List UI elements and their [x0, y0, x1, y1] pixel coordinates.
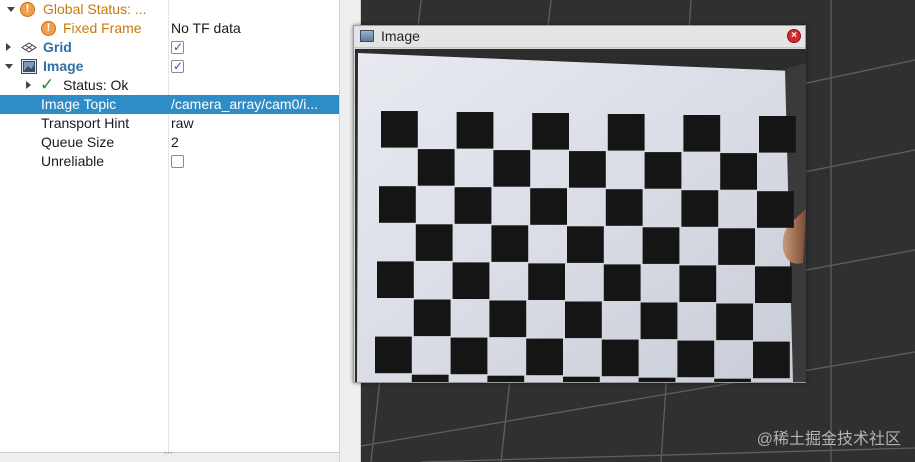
unreliable-checkbox[interactable] [171, 155, 184, 168]
checker-square [450, 337, 488, 375]
expand-right-icon[interactable] [6, 43, 11, 51]
checker-square [679, 265, 717, 302]
queue-size-label: Queue Size [41, 134, 115, 150]
checker-square [601, 339, 639, 377]
checker-square [640, 302, 678, 340]
checker-square [411, 374, 449, 382]
warning-icon: ! [20, 2, 35, 17]
ok-check-icon: ✓ [40, 75, 55, 94]
checker-square [753, 341, 790, 379]
checker-square [677, 340, 715, 378]
tree-row-transport-hint[interactable]: Transport Hint raw [0, 114, 339, 133]
checker-square [379, 186, 416, 223]
checker-square [563, 376, 600, 382]
checker-square [681, 190, 719, 227]
checker-square [491, 225, 529, 262]
checker-square [638, 377, 676, 382]
transport-hint-value[interactable]: raw [171, 114, 337, 133]
tree-row-image-topic[interactable]: Image Topic /camera_array/cam0/i... [0, 95, 339, 114]
close-icon[interactable]: × [787, 29, 801, 43]
tree-row-image[interactable]: Image ✓ [0, 57, 339, 76]
check-icon: ✓ [173, 59, 184, 73]
checker-square [603, 264, 641, 301]
fixed-frame-value: No TF data [171, 20, 241, 36]
checker-square [644, 152, 682, 189]
checker-square [415, 224, 453, 261]
global-status-label: Global Status: ... [43, 1, 147, 17]
image-window-icon [360, 30, 374, 42]
checker-square [528, 263, 565, 300]
checker-square [755, 266, 792, 303]
tree-row-fixed-frame[interactable]: ! Fixed Frame No TF data [0, 19, 339, 38]
unreliable-label: Unreliable [41, 153, 105, 169]
checker-square [452, 262, 490, 299]
checker-square [526, 338, 563, 376]
checker-square [565, 301, 602, 339]
warning-icon: ! [41, 21, 56, 36]
checker-square [569, 151, 606, 188]
checker-square [381, 111, 418, 148]
check-icon: ✓ [173, 40, 184, 54]
checker-square [413, 299, 451, 337]
watermark: @稀土掘金技术社区 [756, 431, 901, 448]
expand-right-icon[interactable] [26, 81, 31, 89]
resize-grip-icon[interactable]: ••• [164, 451, 173, 457]
checker-square [720, 153, 757, 190]
expand-down-icon[interactable] [7, 7, 15, 12]
image-display-icon [21, 59, 37, 74]
tree-row-grid[interactable]: Grid ✓ [0, 38, 339, 57]
tree-row-queue-size[interactable]: Queue Size 2 [0, 133, 339, 152]
checker-square [375, 336, 412, 374]
checker-square [487, 375, 525, 382]
checkerboard-image [355, 49, 806, 382]
checker-square [718, 228, 755, 265]
checker-square [605, 189, 643, 226]
checker-square [377, 261, 414, 298]
image-window-titlebar[interactable]: Image × [354, 26, 805, 48]
checker-square [607, 114, 645, 151]
image-label: Image [43, 58, 84, 74]
grid-icon [21, 42, 37, 53]
status-label: Status: Ok [63, 77, 129, 93]
tree-row-status[interactable]: ✓ Status: Ok [0, 75, 339, 95]
checker-square [417, 149, 455, 186]
checker-square [683, 115, 721, 152]
image-enabled-checkbox[interactable]: ✓ [171, 59, 184, 73]
checker-square [757, 191, 794, 228]
transport-hint-label: Transport Hint [41, 115, 130, 131]
checker-square [454, 187, 492, 224]
image-window[interactable]: Image × [353, 25, 806, 383]
checker-square [567, 226, 604, 263]
tree-row-unreliable[interactable]: Unreliable [0, 152, 339, 171]
image-topic-value[interactable]: /camera_array/cam0/i... [171, 95, 337, 114]
checker-square [532, 113, 569, 150]
checker-square [642, 227, 680, 264]
fixed-frame-label: Fixed Frame [63, 20, 142, 36]
checker-square [759, 116, 796, 153]
grid-enabled-checkbox[interactable]: ✓ [171, 40, 184, 54]
expand-down-icon[interactable] [5, 64, 13, 69]
checker-square [456, 112, 494, 149]
image-window-title: Image [381, 28, 420, 44]
displays-panel: ! Global Status: ... ! Fixed Frame No TF… [0, 0, 339, 462]
image-topic-label: Image Topic [41, 96, 117, 112]
checker-square [489, 300, 527, 338]
grid-label: Grid [43, 39, 72, 55]
tree-row-global-status[interactable]: ! Global Status: ... [0, 0, 339, 19]
camera-image [355, 49, 806, 382]
checker-square [716, 303, 753, 341]
checker-square [714, 378, 751, 382]
checker-square [493, 150, 531, 187]
queue-size-value[interactable]: 2 [171, 133, 337, 152]
checker-square [530, 188, 567, 225]
